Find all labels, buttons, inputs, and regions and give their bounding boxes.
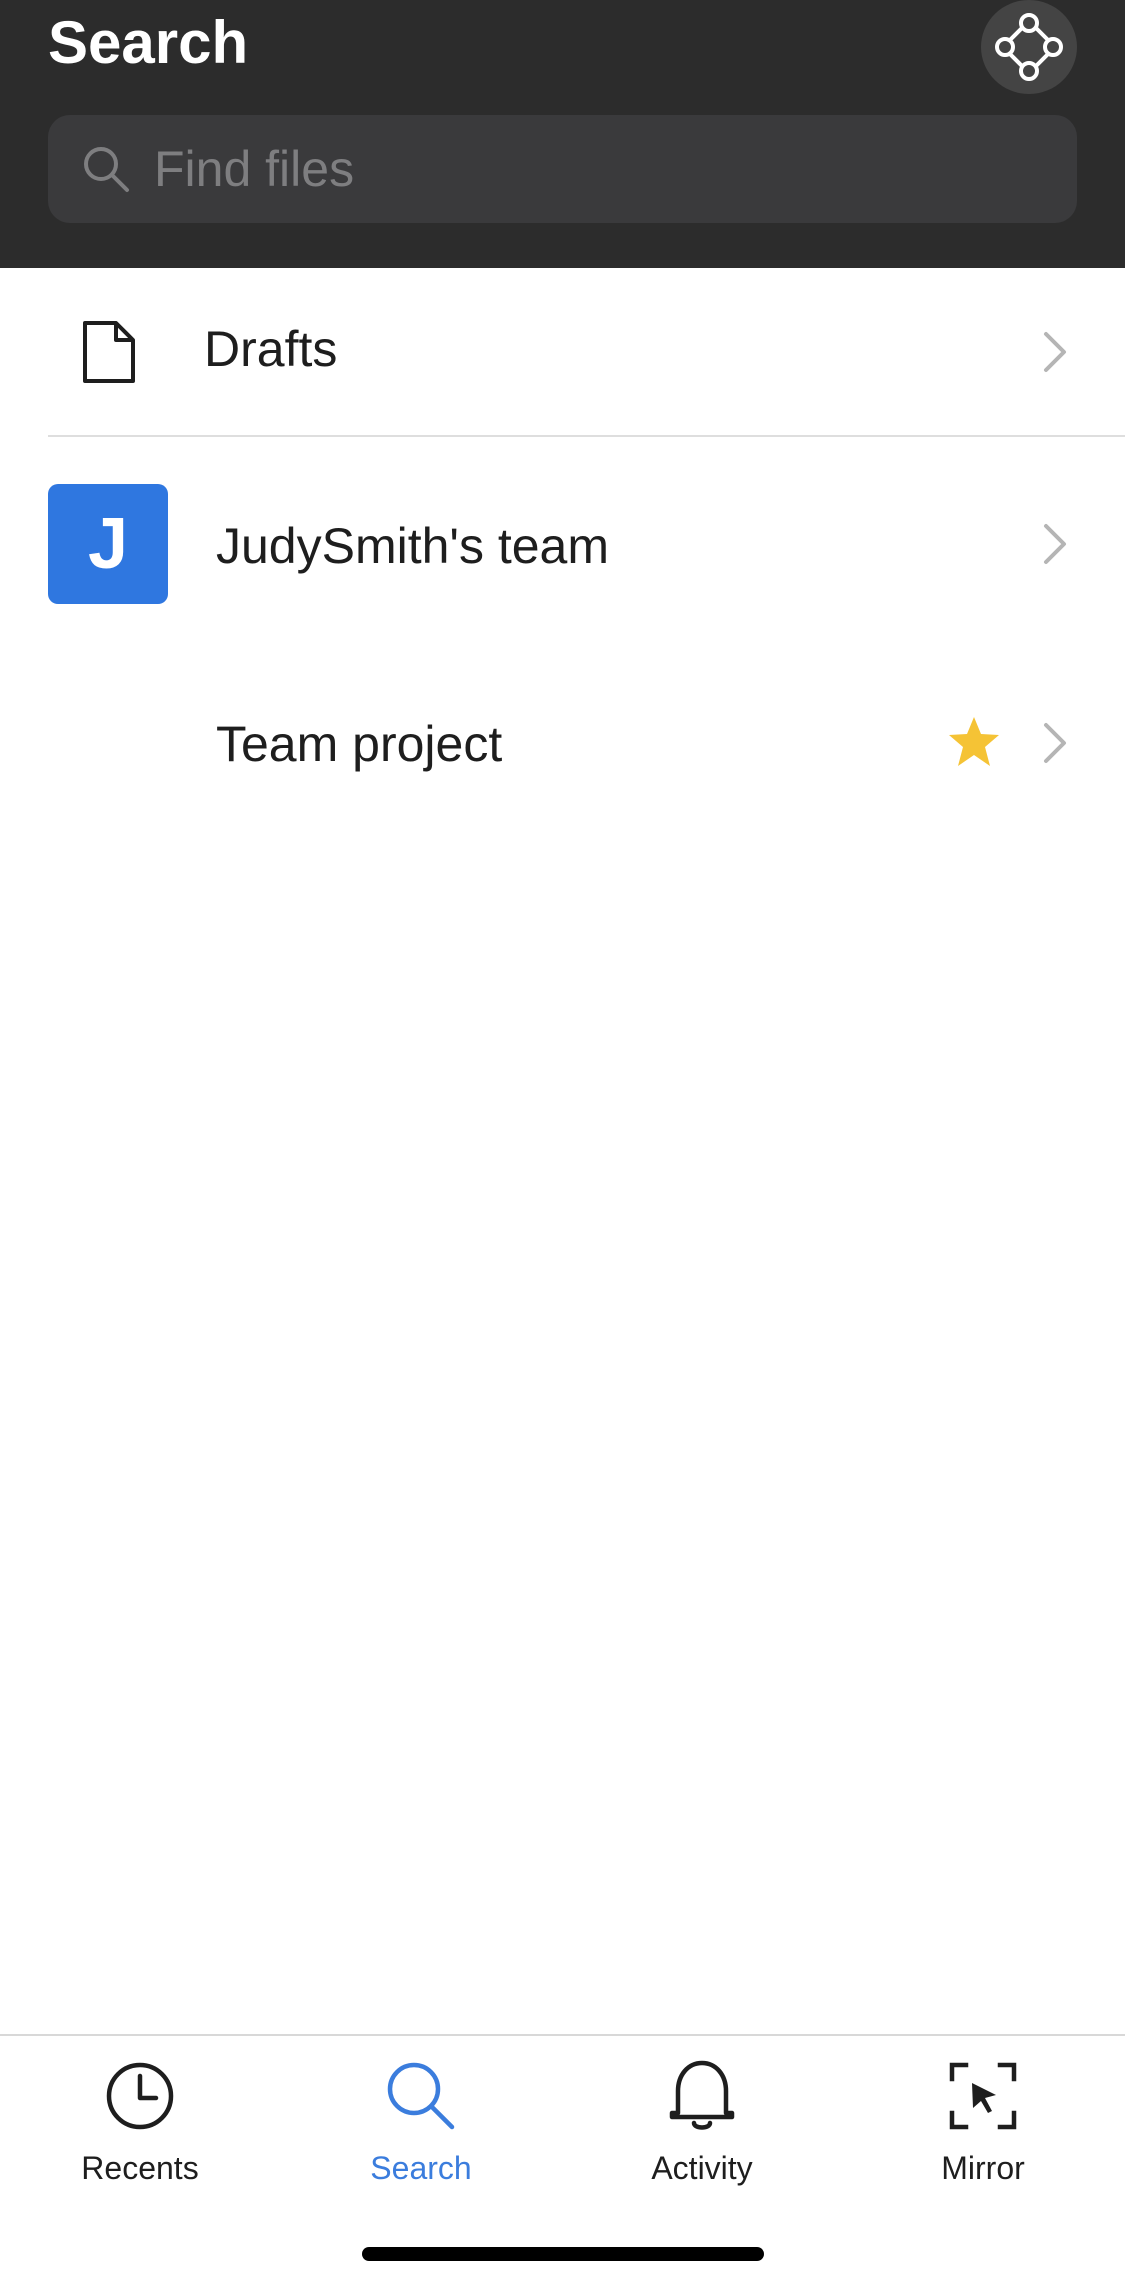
tab-label: Recents [81, 2150, 199, 2186]
file-icon [82, 320, 136, 389]
chevron-right-icon [1040, 721, 1070, 765]
chevron-right-icon [1040, 330, 1070, 374]
star-icon[interactable] [946, 715, 1002, 774]
team-avatar: J [48, 484, 168, 604]
tab-label: Search [370, 2150, 472, 2186]
tab-mirror[interactable]: Mirror [883, 2056, 1083, 2206]
search-icon [78, 141, 134, 197]
tab-label: Mirror [941, 2150, 1025, 2186]
team-label: JudySmith's team [216, 518, 610, 574]
search-icon [381, 2056, 461, 2136]
bell-icon [662, 2056, 742, 2136]
home-indicator[interactable] [362, 2247, 764, 2261]
component-icon [995, 13, 1063, 81]
search-input[interactable]: Find files [48, 115, 1077, 223]
list-item-drafts[interactable]: Drafts [0, 268, 1125, 435]
chevron-right-icon [1040, 522, 1070, 566]
project-label: Team project [216, 716, 503, 772]
component-button[interactable] [981, 0, 1077, 94]
drafts-label: Drafts [204, 321, 338, 377]
tab-label: Activity [651, 2150, 753, 2186]
clock-icon [100, 2056, 180, 2136]
tab-recents[interactable]: Recents [40, 2056, 240, 2206]
search-placeholder: Find files [154, 141, 355, 197]
tab-search[interactable]: Search [321, 2056, 521, 2206]
mirror-icon [943, 2056, 1023, 2136]
page-title: Search [48, 9, 249, 76]
list-item-team[interactable]: J JudySmith's team [0, 437, 1125, 651]
search-screen: Search Find files Drafts J JudySmith's t… [0, 0, 1125, 2284]
tab-activity[interactable]: Activity [602, 2056, 802, 2206]
header: Search Find files [0, 0, 1125, 268]
list-item-project[interactable]: Team project [0, 651, 1125, 836]
